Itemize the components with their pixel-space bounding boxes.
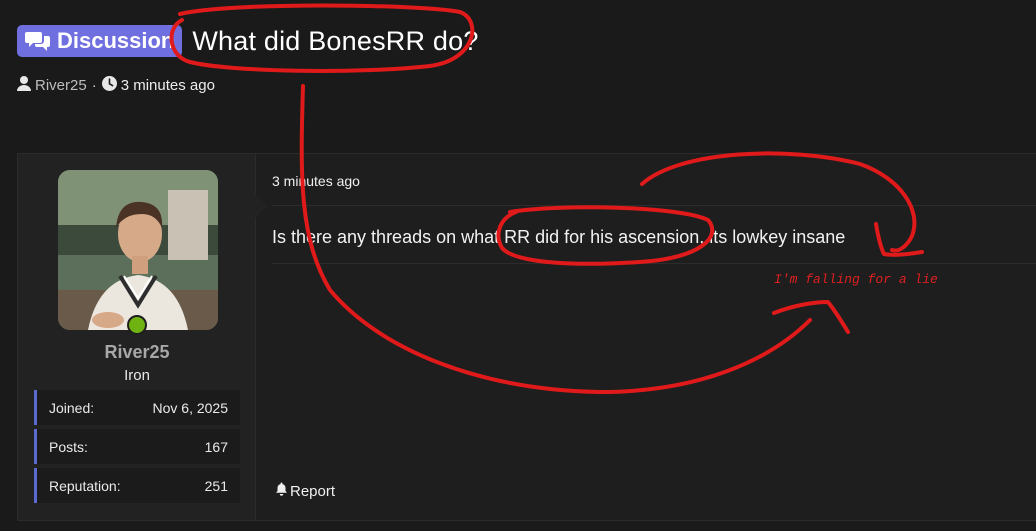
meta-separator: · (91, 77, 97, 94)
thread-meta: River25 · 3 minutes ago (17, 76, 215, 95)
post-user-cell: River25 Iron Joined: Nov 6, 2025 Posts: … (18, 154, 267, 520)
thread-time-link[interactable]: 3 minutes ago (121, 77, 215, 94)
stat-label: Joined: (49, 399, 95, 416)
post-body-divider (272, 263, 1036, 264)
user-cell-arrow (255, 194, 267, 218)
stat-value: Nov 6, 2025 (152, 399, 229, 416)
post-time-link[interactable]: 3 minutes ago (272, 173, 360, 189)
stat-posts: Posts: 167 (34, 429, 240, 464)
stat-value: 251 (204, 477, 228, 494)
handwritten-annotation: I'm falling for a lie (774, 272, 938, 287)
post-content-cell: 3 minutes ago Is there any threads on wh… (272, 154, 1036, 520)
title-row: Discussion What did BonesRR do? (17, 21, 479, 61)
user-stats: Joined: Nov 6, 2025 Posts: 167 Reputatio… (34, 390, 240, 507)
post: River25 Iron Joined: Nov 6, 2025 Posts: … (17, 153, 1036, 521)
thread-title: What did BonesRR do? (192, 25, 479, 56)
comments-icon (25, 30, 51, 52)
discussion-prefix-badge[interactable]: Discussion (17, 25, 183, 57)
avatar[interactable] (58, 170, 218, 330)
prefix-label: Discussion (57, 28, 175, 53)
post-username[interactable]: River25 (18, 342, 256, 363)
stat-value: 167 (204, 438, 228, 455)
stat-label: Posts: (49, 438, 88, 455)
thread-author-link[interactable]: River25 (35, 77, 87, 94)
user-title: Iron (124, 367, 150, 384)
user-icon (17, 76, 31, 95)
stat-label: Reputation: (49, 477, 121, 494)
report-label: Report (290, 482, 336, 500)
post-header-divider (272, 205, 1036, 206)
post-body: Is there any threads on what RR did for … (272, 227, 846, 247)
online-status-indicator (127, 315, 147, 335)
report-button[interactable]: Report (275, 482, 335, 500)
thread-header: Discussion What did BonesRR do? River25 … (17, 14, 1017, 94)
bell-icon (275, 482, 288, 500)
clock-icon (101, 76, 117, 95)
stat-joined: Joined: Nov 6, 2025 (34, 390, 240, 425)
stat-reputation: Reputation: 251 (34, 468, 240, 503)
